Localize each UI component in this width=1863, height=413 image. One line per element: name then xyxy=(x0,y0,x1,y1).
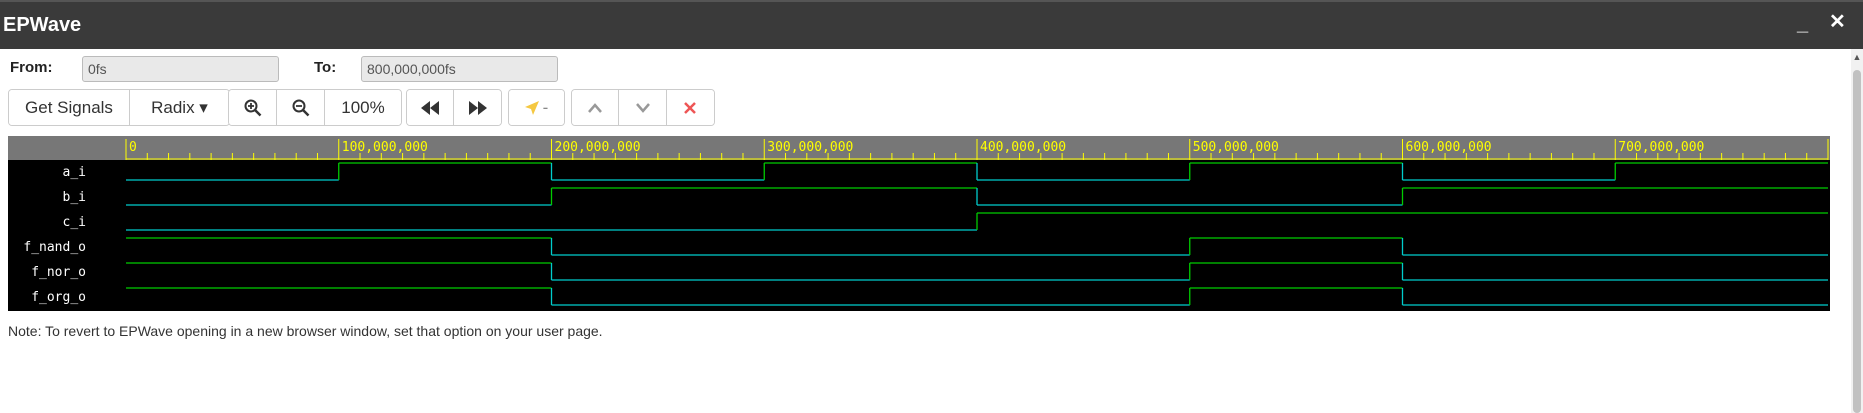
ruler-label: 700,000,000 xyxy=(1618,140,1704,155)
close-icon xyxy=(684,101,697,114)
chevron-up-icon xyxy=(588,102,603,113)
ruler-label: 0 xyxy=(129,140,137,155)
scroll-up-arrow-icon[interactable]: ▲ xyxy=(1851,52,1863,66)
to-input[interactable] xyxy=(361,56,558,82)
zoom-in-button[interactable] xyxy=(229,90,277,125)
location-arrow-icon xyxy=(524,100,539,115)
minimize-button[interactable]: _ xyxy=(1797,14,1808,34)
ruler-label: 400,000,000 xyxy=(980,140,1066,155)
title-bar: EPWave _ ✕ xyxy=(0,0,1863,49)
time-ruler[interactable] xyxy=(8,136,1830,160)
fast-forward-icon xyxy=(468,100,487,115)
ruler-label: 300,000,000 xyxy=(767,140,853,155)
remove-signal-button[interactable] xyxy=(666,90,714,125)
zoom-reset-button[interactable]: 100% xyxy=(325,90,401,125)
move-down-button[interactable] xyxy=(619,90,667,125)
move-up-button[interactable] xyxy=(572,90,620,125)
from-input[interactable] xyxy=(82,56,279,82)
zoom-out-button[interactable] xyxy=(277,90,325,125)
signals-button-group: Get Signals Radix ▾ xyxy=(8,89,230,126)
radix-dropdown-button[interactable]: Radix ▾ xyxy=(130,90,229,125)
waveform-canvas[interactable]: 0 100,000,000 200,000,000 300,000,000 400,00… xyxy=(8,136,1830,311)
ruler-label: 200,000,000 xyxy=(555,140,641,155)
zoom-button-group: 100% xyxy=(228,89,402,126)
waveform-viewer[interactable]: 0 100,000,000 200,000,000 300,000,000 400,00… xyxy=(8,136,1830,316)
scrollbar-thumb[interactable] xyxy=(1853,70,1861,413)
to-label: To: xyxy=(314,59,337,76)
get-signals-button[interactable]: Get Signals xyxy=(9,90,130,125)
cursor-value: - xyxy=(542,97,549,117)
ruler-label: 500,000,000 xyxy=(1193,140,1279,155)
close-window-button[interactable]: ✕ xyxy=(1829,12,1846,32)
zoom-in-icon xyxy=(244,99,261,116)
cursor-button-group: - xyxy=(508,89,565,126)
rewind-icon xyxy=(421,100,439,115)
zoom-out-icon xyxy=(292,99,309,116)
next-edge-button[interactable] xyxy=(454,90,501,125)
info-note: Note: To revert to EPWave opening in a n… xyxy=(8,323,603,339)
ruler-label: 600,000,000 xyxy=(1406,140,1492,155)
signal-name[interactable]: f_nor_o xyxy=(31,265,86,280)
cursor-button[interactable]: - xyxy=(509,90,564,125)
waveform-background xyxy=(8,136,1830,311)
signal-name[interactable]: f_org_o xyxy=(31,290,86,305)
signal-name[interactable]: c_i xyxy=(63,215,86,230)
app-title: EPWave xyxy=(3,14,82,36)
ruler-label: 100,000,000 xyxy=(342,140,428,155)
signal-name[interactable]: a_i xyxy=(63,165,86,180)
signal-name[interactable]: f_nand_o xyxy=(23,240,86,255)
from-label: From: xyxy=(10,59,53,76)
previous-edge-button[interactable] xyxy=(407,90,455,125)
chevron-down-icon xyxy=(635,102,650,113)
signal-name[interactable]: b_i xyxy=(63,190,86,205)
signal-order-button-group xyxy=(571,89,715,126)
edge-nav-button-group xyxy=(406,89,502,126)
